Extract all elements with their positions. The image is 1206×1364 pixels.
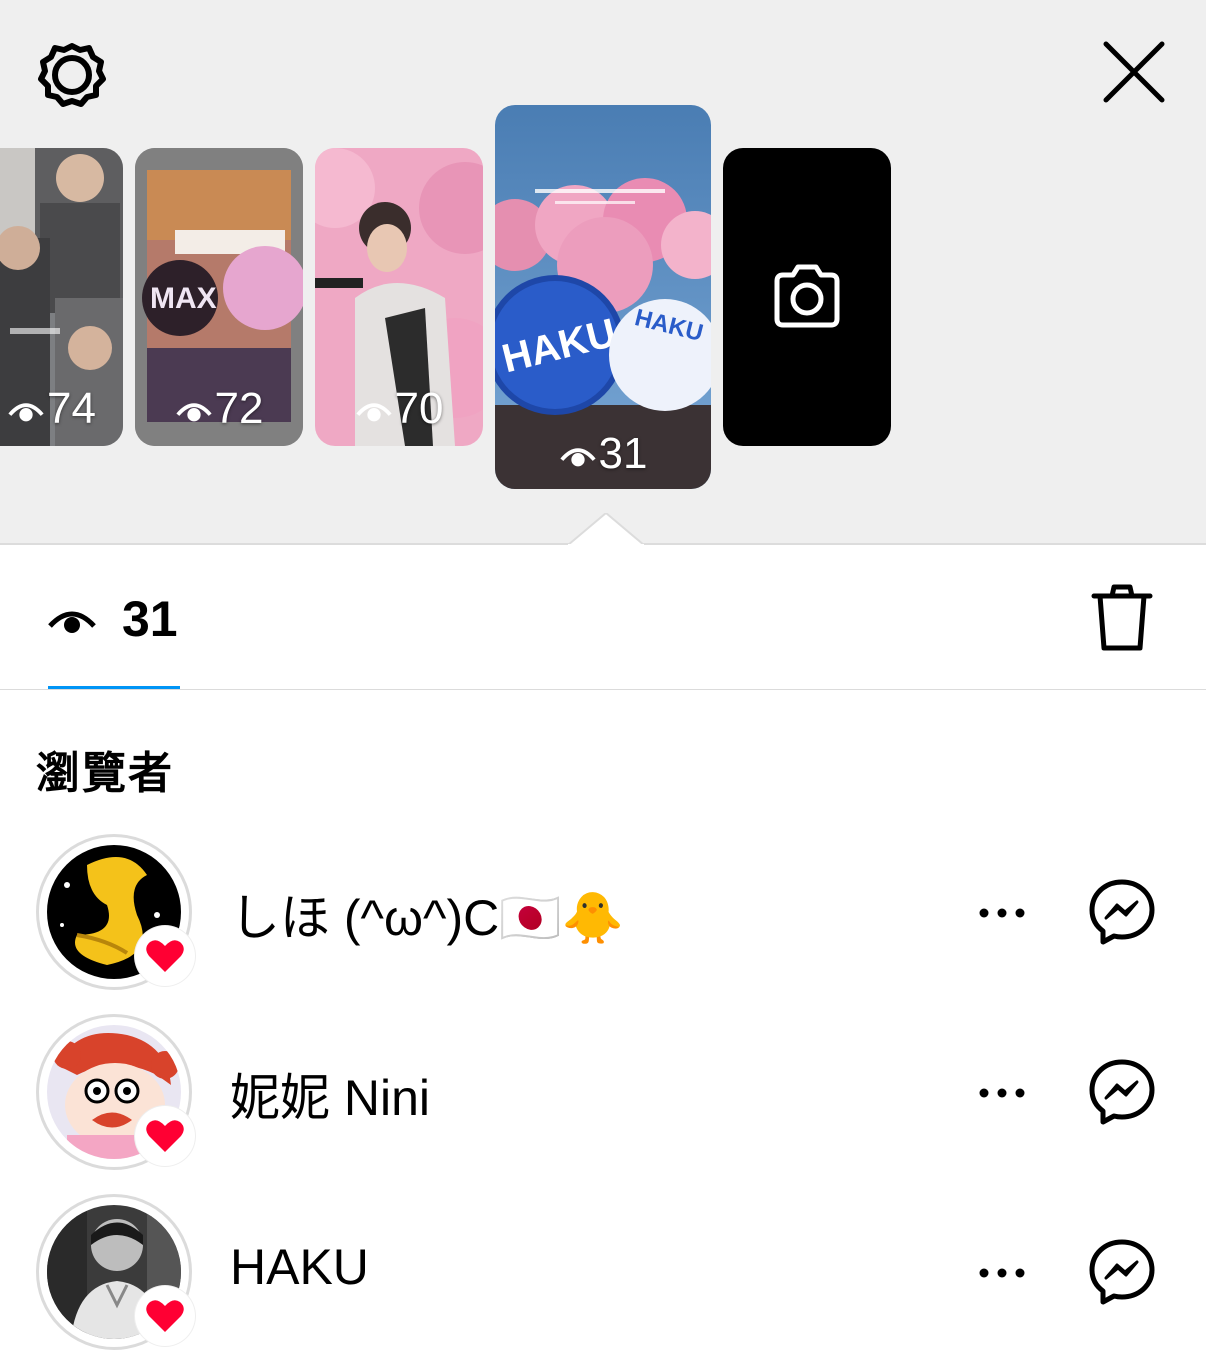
view-count: 31 [122,591,178,647]
eye-icon [8,403,44,422]
send-message-button[interactable] [1086,876,1158,948]
trash-icon [1091,584,1153,651]
more-options-button[interactable] [972,1256,1032,1290]
story-thumbnail[interactable]: 74 [0,148,123,446]
ellipsis-icon [979,1088,1025,1098]
messenger-icon [1089,1059,1155,1125]
story-stats-bar [0,545,1206,690]
liked-badge [135,1286,195,1346]
viewer-name[interactable]: しほ (^ω^)C🇯🇵🐥 [230,878,624,950]
send-message-button[interactable] [1086,1056,1158,1128]
more-options-button[interactable] [972,1076,1032,1110]
send-message-button[interactable] [1086,1236,1158,1308]
settings-button[interactable] [36,38,108,110]
eye-icon [355,403,392,422]
viewer-row: しほ (^ω^)C🇯🇵🐥 [0,834,1206,1004]
active-story-pointer [568,513,644,547]
close-button[interactable] [1098,36,1170,108]
messenger-icon [1089,1239,1155,1305]
liked-badge [135,1106,195,1166]
gear-icon [38,43,106,107]
eye-icon [175,403,212,422]
svg-text:MAX: MAX [150,282,217,315]
viewers-heading: 瀏覽者 [36,749,174,798]
story-thumbnail[interactable]: 70 [315,148,483,446]
story-view-count: 72 [135,384,303,434]
camera-icon [774,264,840,328]
viewer-name[interactable]: 妮妮 Nini [230,1058,430,1130]
story-thumbnail[interactable]: MAX 72 [135,148,303,446]
heart-icon [146,1120,184,1152]
story-view-count: 74 [0,384,123,434]
ellipsis-icon [979,908,1025,918]
messenger-icon [1089,879,1155,945]
viewer-row: HAKU [0,1194,1206,1364]
story-view-count: 31 [495,429,711,479]
add-story-camera-button[interactable] [723,148,891,446]
story-thumbnail-active[interactable]: HAKU HAKU 31 [495,105,711,489]
eye-icon [559,448,596,467]
eye-icon[interactable] [46,598,98,642]
stats-divider [0,689,1206,690]
liked-badge [135,926,195,986]
delete-story-button[interactable] [1088,582,1156,654]
ellipsis-icon [979,1268,1025,1278]
viewer-row: 妮妮 Nini [0,1014,1206,1184]
story-view-count: 70 [315,384,483,434]
viewer-name[interactable]: HAKU [230,1238,369,1296]
heart-icon [146,940,184,972]
heart-icon [146,1300,184,1332]
close-icon [1103,41,1165,103]
more-options-button[interactable] [972,896,1032,930]
